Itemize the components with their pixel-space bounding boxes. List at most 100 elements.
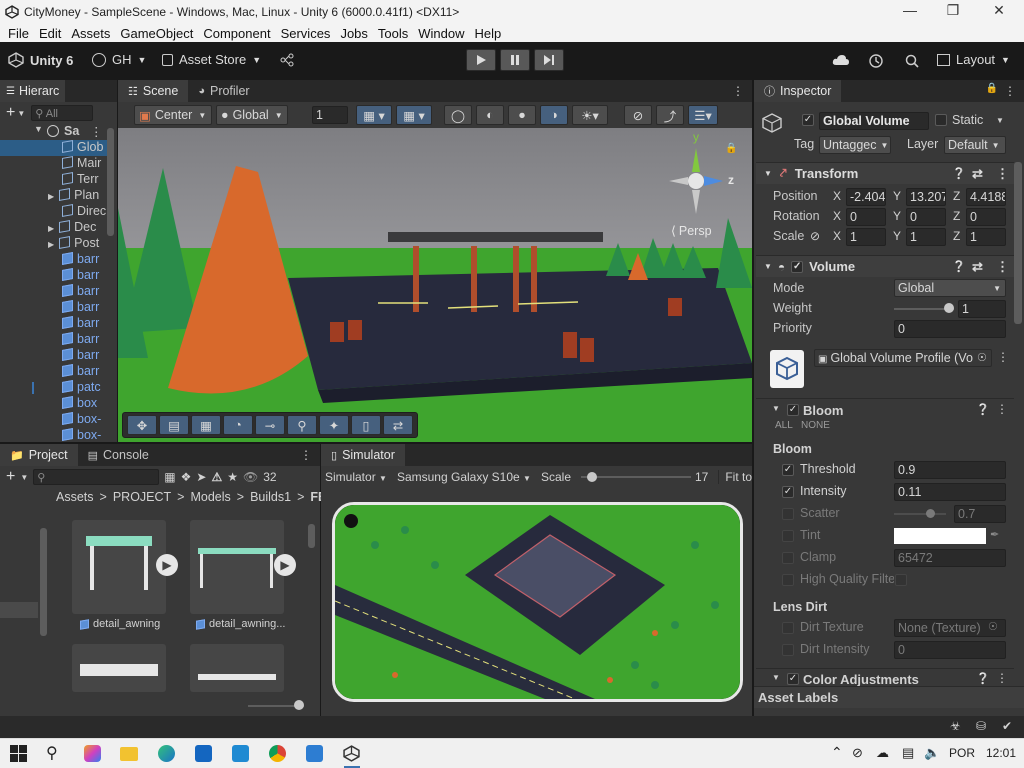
- check-icon[interactable]: ✔: [1002, 719, 1012, 733]
- file-explorer-icon[interactable]: [120, 747, 138, 761]
- breadcrumb-item[interactable]: PROJECT: [113, 490, 171, 504]
- search-icon[interactable]: ⚲: [46, 743, 58, 763]
- position-y-field[interactable]: 13.207: [906, 188, 946, 206]
- breadcrumb-item[interactable]: Assets: [56, 490, 94, 504]
- dirt-intensity-override-checkbox[interactable]: [782, 644, 794, 656]
- tab-console[interactable]: ▤ Console: [78, 444, 159, 466]
- grid-snap-button[interactable]: ▦ ▾: [356, 105, 392, 125]
- assets-scrollbar[interactable]: [308, 524, 315, 548]
- inspector-scrollbar[interactable]: [1014, 162, 1022, 324]
- kebab-menu-icon[interactable]: ⋮: [1004, 84, 1016, 98]
- edge-icon[interactable]: [158, 745, 175, 762]
- bloom-enabled-checkbox[interactable]: ✓: [787, 404, 799, 416]
- gizmo-z-label[interactable]: z: [728, 173, 734, 187]
- history-icon[interactable]: [868, 53, 884, 69]
- hierarchy-item[interactable]: Direc: [0, 204, 110, 220]
- rotation-y-field[interactable]: 0: [906, 208, 946, 226]
- dirt-intensity-field[interactable]: 0: [894, 641, 1006, 659]
- game-view[interactable]: [335, 505, 740, 699]
- kebab-menu-icon[interactable]: ⋮: [996, 166, 1009, 182]
- tab-project[interactable]: 📁 Project: [0, 444, 78, 466]
- hierarchy-item[interactable]: ▶ Plan: [0, 188, 110, 204]
- move-tool-button[interactable]: ✥: [127, 415, 157, 435]
- asset-tile[interactable]: [190, 520, 284, 614]
- preset-icon[interactable]: ⇄: [972, 166, 983, 182]
- menu-component[interactable]: Component: [203, 26, 270, 41]
- scatter-slider[interactable]: [894, 513, 946, 515]
- zoom-slider-handle[interactable]: [294, 700, 304, 710]
- intensity-field[interactable]: 0.11: [894, 483, 1006, 501]
- kebab-menu-icon[interactable]: ⋮: [996, 259, 1009, 275]
- kebab-menu-icon[interactable]: ⋮: [996, 402, 1008, 416]
- hierarchy-item[interactable]: barr: [0, 300, 110, 316]
- asset-tile[interactable]: [72, 644, 166, 692]
- tab-simulator[interactable]: ▯ Simulator: [321, 444, 405, 466]
- layers-button[interactable]: ☰▾: [688, 105, 718, 125]
- add-icon[interactable]: +: [6, 104, 15, 122]
- volume-icon[interactable]: 🔈: [924, 745, 940, 761]
- grid-visibility-button[interactable]: ▦ ▾: [396, 105, 432, 125]
- menu-assets[interactable]: Assets: [71, 26, 110, 41]
- lock-icon[interactable]: 🔒: [986, 83, 998, 94]
- network-off-icon[interactable]: ⊘: [852, 745, 863, 761]
- scene-root-item[interactable]: ▼ Sa ⋮: [0, 124, 110, 140]
- space-dropdown[interactable]: ● Global ▼: [216, 105, 288, 125]
- filter-icon[interactable]: ▦: [164, 470, 175, 484]
- play-preview-icon[interactable]: ▶: [156, 554, 178, 576]
- chevron-down-icon[interactable]: ▼: [17, 109, 25, 118]
- cloud-icon[interactable]: [832, 54, 850, 66]
- hierarchy-item[interactable]: barr: [0, 316, 110, 332]
- lighting-button[interactable]: ☀▾: [572, 105, 608, 125]
- hierarchy-item[interactable]: box-: [0, 428, 110, 444]
- scene-viewport[interactable]: y z 🔒 ⟨ Persp ✥ ▤ ▦ ◔ ⊸ ⚲ ✦ ▯ ⇄: [118, 128, 752, 442]
- priority-field[interactable]: 0: [894, 320, 1006, 338]
- draw-mode-button[interactable]: ◯: [444, 105, 472, 125]
- scale-z-field[interactable]: 1: [966, 228, 1006, 246]
- weight-slider-handle[interactable]: [944, 303, 954, 313]
- object-picker-icon[interactable]: ☉: [988, 620, 998, 633]
- kebab-menu-icon[interactable]: ⋮: [997, 350, 1009, 364]
- menu-help[interactable]: Help: [475, 26, 502, 41]
- unlit-mode-button[interactable]: ●: [508, 105, 536, 125]
- account-button[interactable]: Unity 6: [8, 52, 73, 68]
- wireframe-mode-button[interactable]: ◑: [540, 105, 568, 125]
- lock-icon[interactable]: 🔒: [725, 143, 737, 154]
- star-icon[interactable]: ★: [227, 470, 238, 484]
- object-picker-icon[interactable]: ☉: [977, 351, 987, 364]
- menu-file[interactable]: File: [8, 26, 29, 41]
- transform-header[interactable]: ▼ ⤤ Transform ❔ ⇄ ⋮: [756, 162, 1014, 184]
- hierarchy-item[interactable]: Mair: [0, 156, 110, 172]
- position-x-field[interactable]: -2.404: [846, 188, 886, 206]
- tag-dropdown[interactable]: Untaggec ▼: [819, 136, 891, 154]
- menu-tools[interactable]: Tools: [378, 26, 408, 41]
- position-z-field[interactable]: 4.4188: [966, 188, 1006, 206]
- hierarchy-item[interactable]: barr: [0, 364, 110, 380]
- scatter-slider-handle[interactable]: [926, 509, 935, 518]
- pivot-tool-button[interactable]: ✦: [319, 415, 349, 435]
- debug-icon[interactable]: ☣: [950, 719, 961, 733]
- static-checkbox[interactable]: [935, 114, 947, 126]
- hidden-objects-button[interactable]: ⊘: [624, 105, 652, 125]
- app-icon[interactable]: [306, 745, 323, 762]
- gizmos-toggle-button[interactable]: ⤴: [656, 105, 684, 125]
- hierarchy-item[interactable]: box: [0, 396, 110, 412]
- profile-field[interactable]: ▣ Global Volume Profile (Vo: [814, 349, 992, 367]
- tab-inspector[interactable]: ⓘ Inspector: [754, 80, 842, 102]
- menu-edit[interactable]: Edit: [39, 26, 61, 41]
- color-adjustments-checkbox[interactable]: ✓: [787, 673, 799, 685]
- menu-window[interactable]: Window: [418, 26, 464, 41]
- hierarchy-item[interactable]: ▶ Post: [0, 236, 110, 252]
- help-icon[interactable]: ❔: [976, 672, 990, 685]
- simulator-mode-dropdown[interactable]: Simulator ▼: [325, 470, 387, 484]
- vscode-icon[interactable]: [232, 745, 249, 762]
- camera-tool-button[interactable]: ▯: [351, 415, 381, 435]
- version-control-icon[interactable]: [280, 53, 294, 67]
- none-button[interactable]: NONE: [801, 420, 830, 431]
- close-button[interactable]: ✕: [982, 2, 1016, 22]
- clock[interactable]: 12:01: [986, 746, 1016, 760]
- maximize-button[interactable]: ❐: [936, 2, 970, 22]
- hierarchy-item[interactable]: barr: [0, 332, 110, 348]
- layer-dropdown[interactable]: Default ▼: [944, 136, 1006, 154]
- zoom-tool-button[interactable]: ⚲: [287, 415, 317, 435]
- scatter-override-checkbox[interactable]: [782, 508, 794, 520]
